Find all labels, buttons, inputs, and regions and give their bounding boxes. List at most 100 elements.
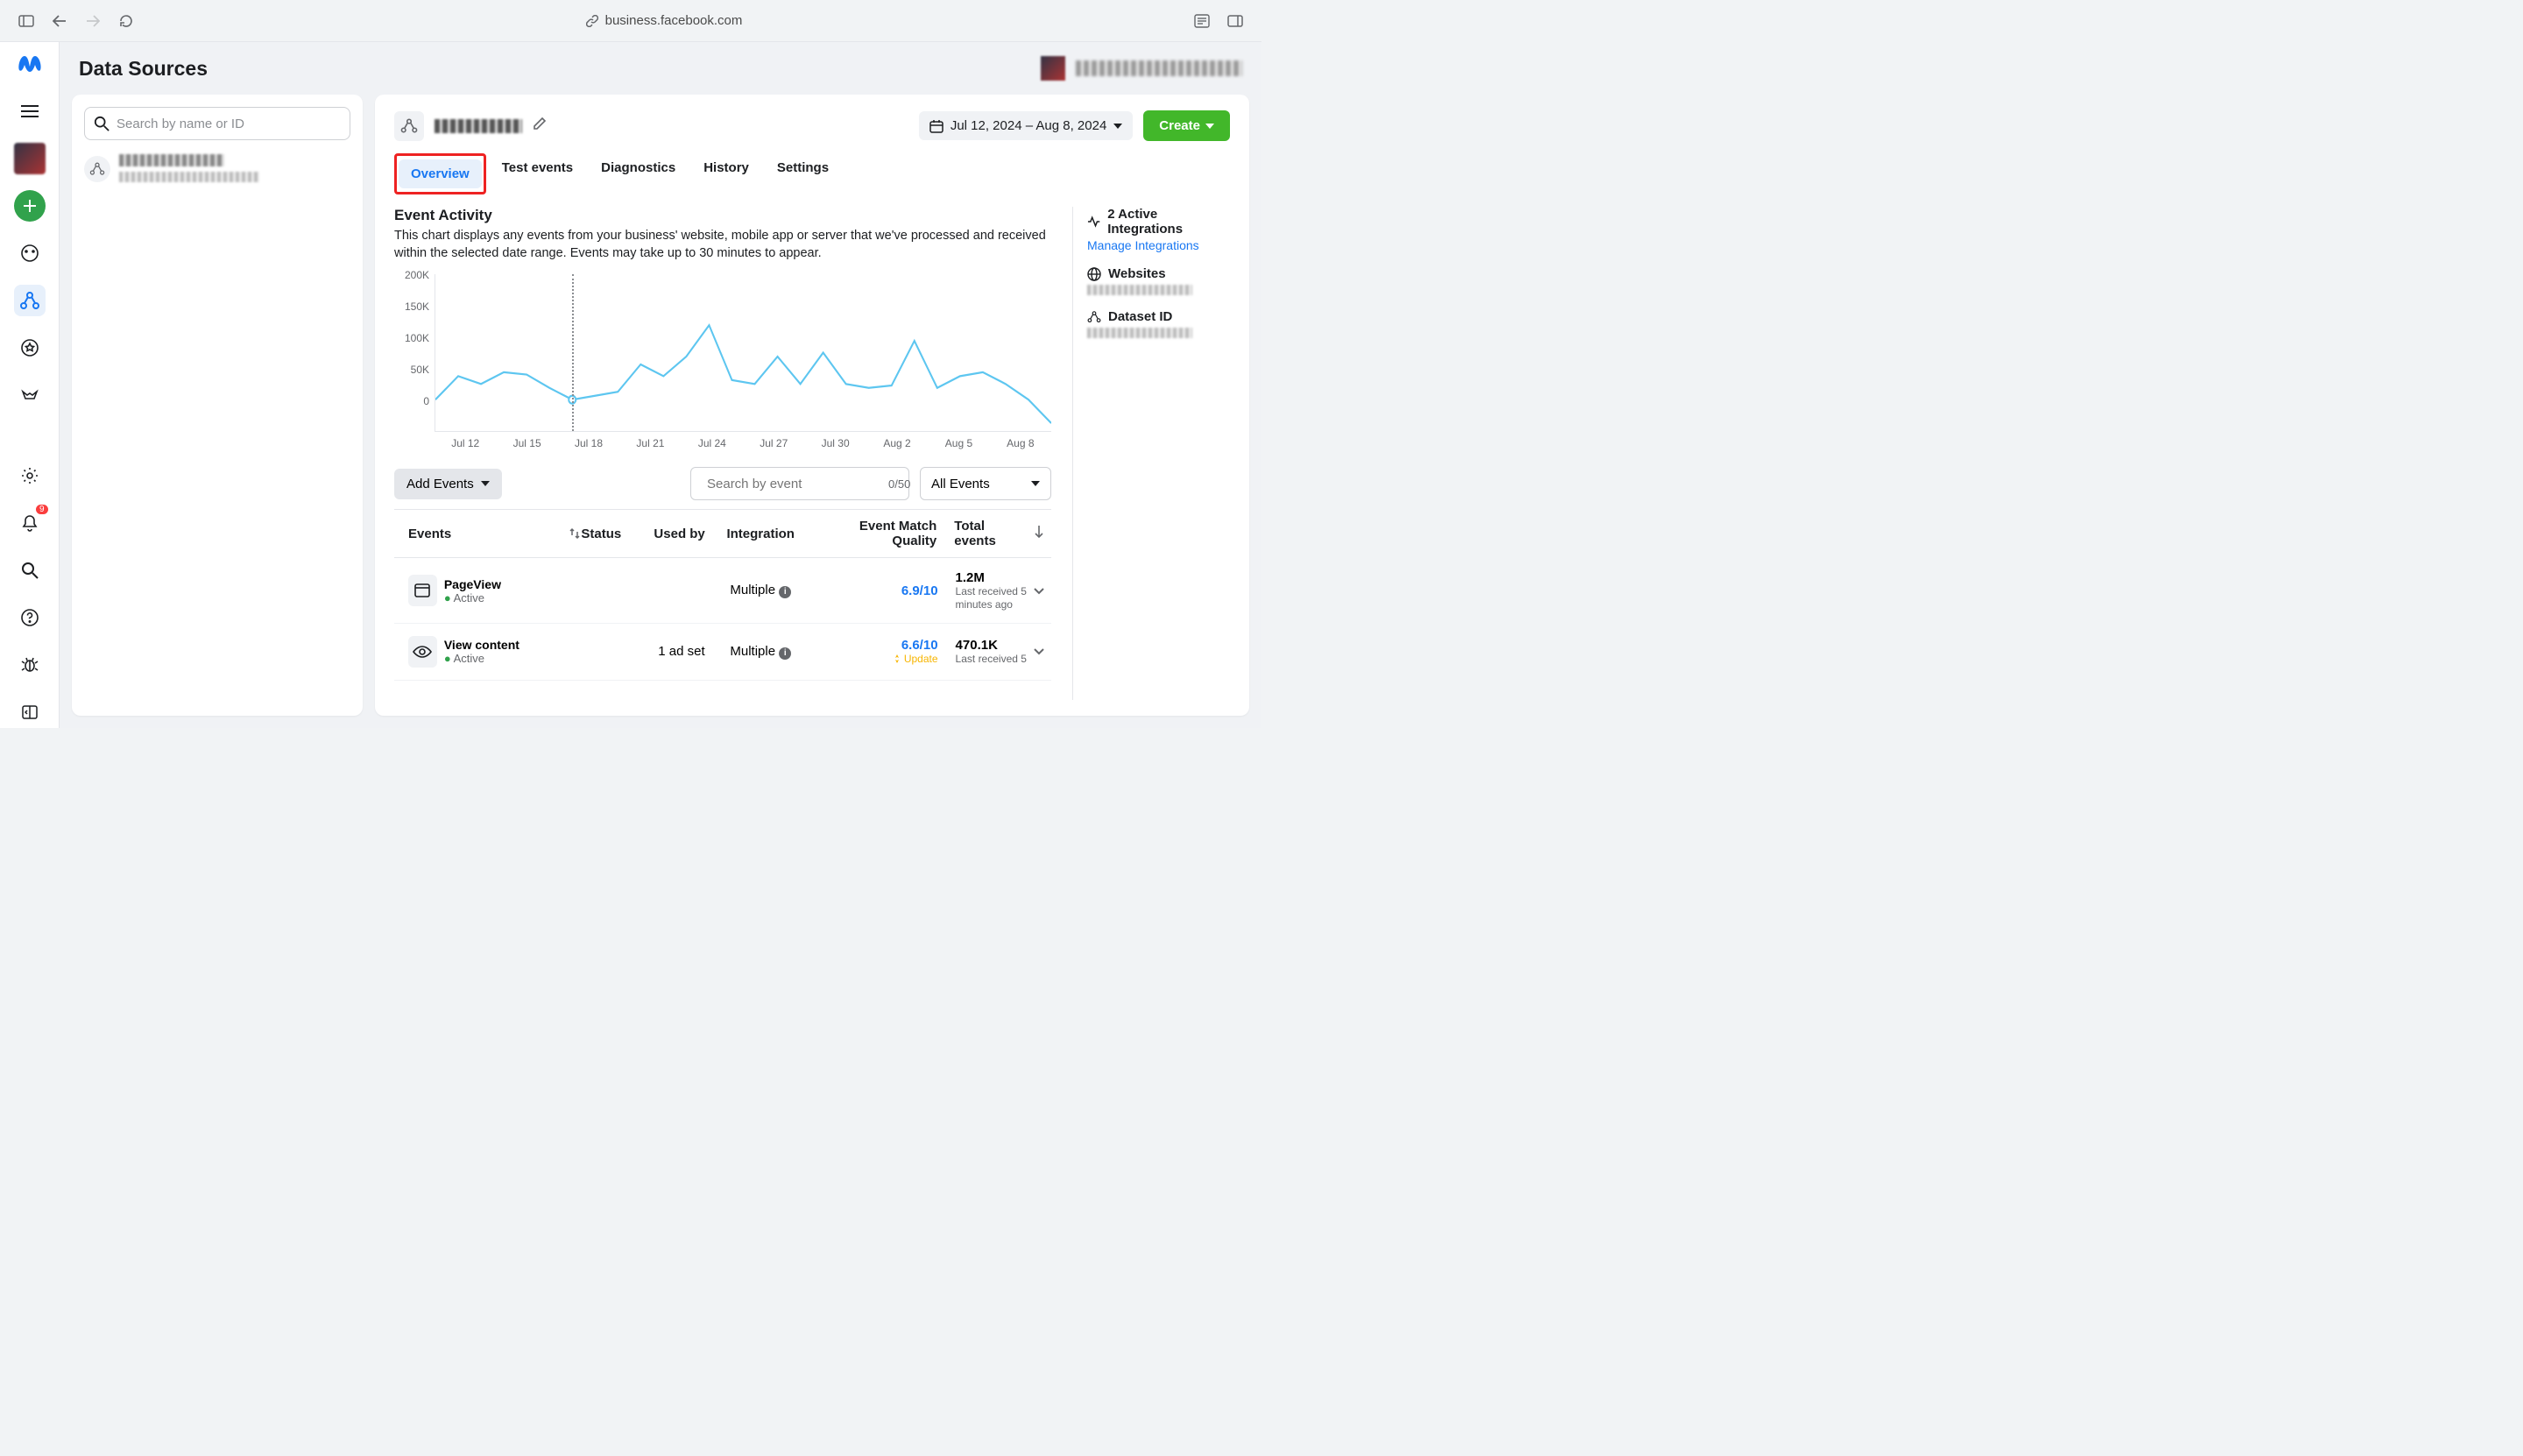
data-sources-icon[interactable] [14,285,46,316]
table-row[interactable]: View content● Active1 ad setMultiple i6.… [394,624,1051,681]
col-events[interactable]: Events [408,527,451,541]
event-emq[interactable]: 6.9/10 [901,583,938,598]
hamburger-icon[interactable] [14,95,46,127]
create-label: Create [1159,118,1200,133]
reload-icon[interactable] [117,12,135,30]
chevron-down-icon [481,481,490,486]
url-text: business.facebook.com [605,13,743,28]
forward-icon [84,12,102,30]
page-header: Data Sources [60,42,1262,95]
events-search-count: 0/50 [888,477,910,491]
event-activity-chart: 200K150K100K50K0 [394,274,1051,432]
dataset-search[interactable] [84,107,350,140]
url-bar[interactable]: business.facebook.com [586,13,743,28]
add-button[interactable] [14,190,46,222]
events-search[interactable]: 0/50 [690,467,909,500]
event-activity-title: Event Activity [394,207,1051,224]
date-range-text: Jul 12, 2024 – Aug 8, 2024 [951,118,1106,133]
dataset-icon [1087,310,1101,324]
add-events-label: Add Events [406,477,474,491]
search-icon[interactable] [14,555,46,586]
search-icon [94,116,110,131]
help-icon[interactable] [14,602,46,633]
chart-x-axis: Jul 12Jul 15Jul 18Jul 21Jul 24Jul 27Jul … [435,437,1051,449]
info-icon[interactable]: i [779,586,791,598]
tab-history[interactable]: History [691,153,761,194]
dataset-id-value [1087,328,1192,338]
sort-desc-icon[interactable] [1034,526,1044,538]
handshake-icon[interactable] [14,379,46,411]
chevron-down-icon [1113,124,1122,129]
events-filter-label: All Events [931,477,990,491]
org-selector[interactable] [1041,56,1242,81]
tab-test-events[interactable]: Test events [490,153,585,194]
detail-sidebar: 2 Active Integrations Manage Integration… [1072,207,1230,700]
tabs: Overview Test events Diagnostics History… [394,153,1230,194]
tab-highlight-box: Overview [394,153,486,194]
back-icon[interactable] [51,12,68,30]
chevron-down-icon [1205,124,1214,129]
bug-icon[interactable] [14,649,46,681]
edit-icon[interactable] [533,117,547,135]
events-search-input[interactable] [707,477,881,491]
detail-panel: Jul 12, 2024 – Aug 8, 2024 Create Overvi… [375,95,1249,716]
tab-settings[interactable]: Settings [765,153,841,194]
event-icon [408,636,437,668]
org-avatar[interactable] [14,143,46,174]
sidebar-toggle-icon[interactable] [18,12,35,30]
dataset-sub [119,172,259,182]
event-name: View content [444,638,586,652]
gear-icon[interactable] [14,460,46,491]
event-name: PageView [444,577,586,591]
event-activity-desc: This chart displays any events from your… [394,228,1051,262]
event-emq[interactable]: 6.6/10 [901,638,938,653]
create-button[interactable]: Create [1143,110,1230,141]
update-indicator: Update [850,653,937,665]
col-used-by[interactable]: Used by [654,527,726,541]
dataset-title [435,119,522,133]
table-header-row: Events Status Used by Integration Event … [394,509,1051,558]
datasets-panel [72,95,363,716]
event-status: ● Active [444,652,586,665]
gauge-icon[interactable] [14,237,46,269]
link-icon [586,15,598,27]
event-total: 470.1K [956,638,1028,653]
bell-icon[interactable]: 9 [14,507,46,539]
globe-icon [1087,267,1101,281]
panel-toggle-icon[interactable] [1226,12,1244,30]
dataset-icon [84,156,110,182]
integrations-label: 2 Active Integrations [1107,207,1230,237]
col-status[interactable]: Status [581,527,654,541]
websites-value [1087,285,1192,295]
meta-logo-icon[interactable] [16,54,44,76]
chevron-down-icon[interactable] [1034,588,1044,595]
dataset-list-item[interactable] [84,154,350,182]
events-table: Events Status Used by Integration Event … [394,509,1051,681]
add-events-button[interactable]: Add Events [394,469,502,499]
org-avatar-small [1041,56,1065,81]
chevron-down-icon[interactable] [1034,648,1044,655]
tab-overview[interactable]: Overview [399,159,482,188]
chart-plot[interactable] [435,274,1051,432]
calendar-icon [929,119,943,133]
col-emq[interactable]: Event Match Quality [848,519,954,548]
chart-y-axis: 200K150K100K50K0 [394,274,435,432]
star-icon[interactable] [14,332,46,364]
info-icon[interactable]: i [779,647,791,660]
event-integration: Multiple i [730,583,850,598]
table-row[interactable]: PageView● ActiveMultiple i6.9/101.2MLast… [394,558,1051,624]
org-name [1076,60,1242,76]
date-range-picker[interactable]: Jul 12, 2024 – Aug 8, 2024 [919,111,1133,140]
events-filter[interactable]: All Events [920,467,1051,500]
reader-icon[interactable] [1193,12,1211,30]
event-integration: Multiple i [730,644,850,660]
dataset-search-input[interactable] [117,117,341,131]
col-integration[interactable]: Integration [726,527,847,541]
collapse-icon[interactable] [14,696,46,728]
websites-label: Websites [1108,266,1166,281]
sort-icon[interactable] [569,527,581,540]
left-rail: 9 [0,42,60,728]
tab-diagnostics[interactable]: Diagnostics [589,153,688,194]
col-total[interactable]: Total events [954,519,1027,548]
manage-integrations-link[interactable]: Manage Integrations [1087,238,1230,252]
